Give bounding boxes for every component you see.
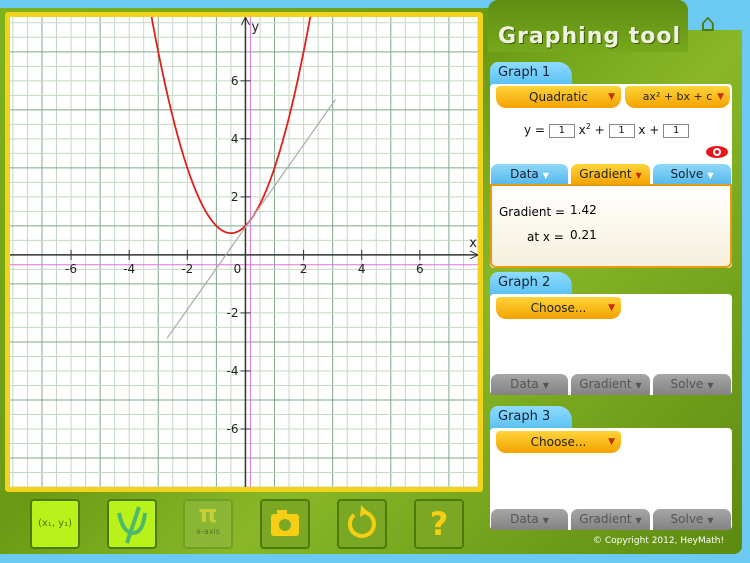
pi-icon: π — [198, 500, 218, 528]
coefficient-c-input[interactable]: 1 — [663, 123, 690, 138]
graph-1-label: Graph 1 — [498, 65, 551, 80]
graph-3-tab-gradient: Gradient ▼ — [571, 509, 650, 530]
camera-icon — [271, 510, 299, 536]
help-icon: ? — [429, 505, 449, 543]
graph-2-choose-dropdown[interactable]: Choose... ▼ — [496, 297, 621, 319]
gradient-label: Gradient = — [499, 205, 566, 219]
dropdown-value: Quadratic — [529, 90, 588, 104]
tab-label: Data — [510, 377, 539, 391]
point-label: (x₁, y₁) — [37, 518, 72, 529]
edge — [742, 30, 750, 563]
x-tick-label: 4 — [358, 262, 366, 276]
tab-label: Gradient — [579, 377, 632, 391]
x-tick-label: -2 — [181, 262, 193, 276]
graph-3-tab[interactable]: Graph 3 — [490, 406, 572, 430]
plus: + — [594, 123, 605, 137]
y-tick-label: -2 — [226, 306, 238, 320]
psi-curve-icon — [117, 506, 147, 544]
x-tick-label: 2 — [300, 262, 308, 276]
at-x-label: at x = — [527, 230, 564, 244]
graph-2-tab-gradient: Gradient ▼ — [571, 374, 650, 395]
y-tick-label: 2 — [231, 190, 239, 204]
equation: y = 1 x2 + 1 x + 1 — [524, 122, 690, 138]
y-tick-label: -6 — [226, 422, 238, 436]
function-type-dropdown[interactable]: Quadratic ▼ — [496, 86, 621, 108]
tab-label: Data — [510, 167, 539, 181]
x-axis-label: x — [469, 236, 477, 251]
coefficient-b-input[interactable]: 1 — [608, 123, 635, 138]
point-tool-button[interactable]: (x₁, y₁) — [30, 499, 80, 549]
tangent-line — [166, 99, 337, 339]
x-tick-label: 0 — [234, 262, 242, 276]
graph-1-tab[interactable]: Graph 1 — [490, 62, 572, 86]
tab-label: Data — [510, 512, 539, 526]
x-tick-label: -6 — [65, 262, 77, 276]
function-tool-button[interactable] — [107, 499, 157, 549]
app-title: Graphing tool — [498, 24, 682, 49]
home-icon[interactable]: ⌂ — [694, 10, 722, 36]
dropdown-arrow-icon: ▼ — [608, 92, 615, 102]
graph-plot-area[interactable]: -6 -4 -2 0 2 4 6 6 4 2 -2 -4 -6 x y — [5, 12, 483, 492]
y-tick-label: 6 — [231, 74, 239, 88]
graph-2-tab[interactable]: Graph 2 — [490, 272, 572, 296]
tab-label: Solve — [670, 377, 704, 391]
gradient-result-box — [490, 184, 732, 268]
tab-label: Gradient — [579, 167, 632, 181]
graph-2-label: Graph 2 — [498, 275, 551, 290]
y-tick-label: -4 — [226, 364, 238, 378]
x-tick-label: 6 — [416, 262, 424, 276]
eye-icon[interactable] — [706, 146, 728, 158]
x-squared: x — [578, 123, 586, 137]
graph-3-choose-dropdown[interactable]: Choose... ▼ — [496, 431, 621, 453]
tab-label: Gradient — [579, 512, 632, 526]
x-tick-label: -4 — [123, 262, 135, 276]
gradient-value: 1.42 — [570, 203, 597, 217]
y-tick-label: 4 — [231, 132, 239, 146]
graph-3-label: Graph 3 — [498, 409, 551, 424]
x-axis-pi-button[interactable]: π x-axis — [183, 499, 233, 549]
camera-button[interactable] — [260, 499, 310, 549]
reset-button[interactable] — [337, 499, 387, 549]
tab-solve[interactable]: Solve ▼ — [653, 164, 731, 185]
refresh-icon — [347, 505, 376, 538]
at-x-value: 0.21 — [570, 228, 597, 242]
graph-3-tab-data: Data ▼ — [491, 509, 568, 530]
dropdown-arrow-icon: ▼ — [608, 303, 615, 313]
help-button[interactable]: ? — [414, 499, 464, 549]
coefficient-a-input[interactable]: 1 — [548, 123, 575, 138]
x-axis-label: x-axis — [196, 527, 220, 536]
dropdown-arrow-icon: ▼ — [717, 92, 724, 102]
dropdown-value: Choose... — [530, 301, 587, 315]
dropdown-arrow-icon: ▼ — [608, 437, 615, 447]
y-axis-label: y — [251, 20, 259, 35]
dropdown-value: Choose... — [530, 435, 587, 449]
tab-label: Solve — [670, 512, 704, 526]
function-form-dropdown[interactable]: ax² + bx + c ▼ — [625, 86, 730, 108]
graph-canvas[interactable]: -6 -4 -2 0 2 4 6 6 4 2 -2 -4 -6 x y — [10, 17, 478, 487]
tab-data[interactable]: Data ▼ — [491, 164, 568, 185]
graph-3-tab-solve: Solve ▼ — [653, 509, 731, 530]
graph-2-tab-data: Data ▼ — [491, 374, 568, 395]
tab-label: Solve — [670, 167, 704, 181]
x-term: x + — [638, 123, 660, 137]
tab-gradient[interactable]: Gradient ▼ — [571, 164, 650, 185]
graph-2-tab-solve: Solve ▼ — [653, 374, 731, 395]
dropdown-value: ax² + bx + c — [642, 90, 713, 103]
eq-prefix: y = — [524, 123, 545, 137]
copyright: © Copyright 2012, HeyMath! — [593, 536, 725, 546]
